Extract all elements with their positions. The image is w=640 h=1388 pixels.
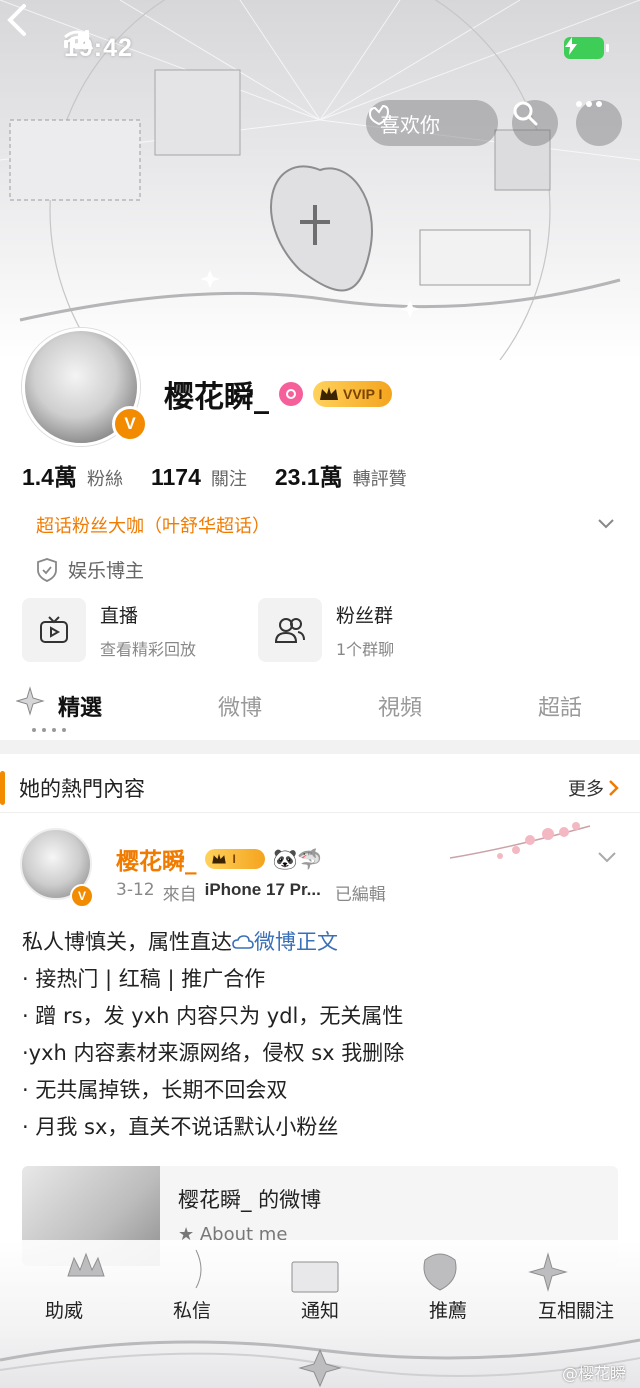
search-icon	[513, 101, 538, 126]
certification-row: 娱乐博主	[36, 556, 144, 583]
more-label: 更多	[568, 779, 604, 800]
tab-videos[interactable]: 視頻	[320, 676, 480, 738]
more-button[interactable]	[576, 100, 622, 146]
profile-tabs: 精選 微博 視頻 超話	[0, 676, 640, 738]
weibo-text-link[interactable]: 微博正文	[254, 930, 338, 954]
nav-notify[interactable]: 通知	[256, 1296, 384, 1323]
chevron-down-icon[interactable]	[596, 514, 616, 534]
stat-label: 關注	[210, 469, 247, 490]
stat-reposts-comments-likes[interactable]: 23.1萬 轉評贊	[275, 458, 407, 492]
post-author-row: 樱花瞬_ I 🐼🦈	[116, 842, 322, 876]
post-from-label: 來自	[162, 885, 197, 905]
bottom-action-bar: 助威 私信 通知 推薦 互相關注 @樱花瞬	[0, 1240, 640, 1388]
verified-v-badge: V	[112, 406, 148, 442]
cloud-link-icon	[232, 935, 254, 949]
feature-cards: 直播 查看精彩回放 粉丝群 1个群聊	[22, 596, 476, 664]
watermark: @樱花瞬	[561, 1364, 626, 1383]
hot-content-title: 她的熱門內容	[19, 777, 145, 801]
chevron-right-icon	[609, 780, 619, 796]
live-card-title: 直播	[100, 604, 139, 627]
post-date: 3-12	[116, 880, 155, 900]
profile-name: 樱花瞬_	[164, 380, 269, 415]
vip-label: VVIP I	[343, 386, 383, 402]
battery-icon	[564, 37, 609, 59]
post-line: 私人博慎关，属性直达 微博正文	[22, 930, 338, 954]
more-dots-icon	[576, 101, 602, 107]
nav-mutual-follow[interactable]: 互相關注	[512, 1296, 640, 1323]
nav-cheer[interactable]: 助威	[0, 1296, 128, 1323]
post-line: · 无共属掉铁，长期不回会双	[22, 1078, 288, 1102]
bottom-nav: 助威 私信 通知 推薦 互相關注	[0, 1296, 640, 1323]
post-meta: 3-12 來自 iPhone 17 Pr... 已編輯	[116, 880, 386, 905]
post-line: · 接热门 | 红稿 | 推广合作	[22, 967, 266, 991]
profile-name-row: 樱花瞬_ VVIP I	[164, 372, 393, 416]
post-verified-badge: V	[70, 884, 94, 908]
tab-weibo[interactable]: 微博	[160, 676, 320, 738]
shield-check-icon	[37, 557, 57, 582]
status-bar: 19:42	[64, 30, 609, 66]
certification-label: 娱乐博主	[68, 560, 145, 582]
author-emoji-icons: 🐼🦈	[272, 847, 323, 871]
crown-icon	[320, 387, 338, 400]
live-card-subtitle: 查看精彩回放	[100, 639, 197, 659]
stat-following[interactable]: 1174 關注	[151, 464, 247, 491]
header-underline	[0, 812, 640, 813]
live-card[interactable]: 直播 查看精彩回放	[22, 596, 240, 664]
stat-followers[interactable]: 1.4萬 粉絲	[22, 458, 123, 492]
post-menu-chevron-icon[interactable]	[596, 846, 618, 868]
profile-stats: 1.4萬 粉絲 1174 關注 23.1萬 轉評贊	[22, 458, 435, 492]
tab-supertopic[interactable]: 超話	[480, 676, 640, 738]
like-you-button[interactable]: 喜欢你	[366, 100, 498, 146]
hot-content-header: 她的熱門內容 更多	[0, 766, 640, 810]
stat-label: 轉評贊	[352, 469, 407, 490]
stat-label: 粉絲	[86, 469, 123, 490]
post-line: ·yxh 内容素材来源网络，侵权 sx 我删除	[22, 1041, 405, 1065]
wifi-icon	[64, 30, 90, 49]
post-vip-badge[interactable]: I	[204, 849, 265, 869]
nav-recommend[interactable]: 推薦	[384, 1296, 512, 1323]
tv-icon	[22, 598, 86, 662]
post-vip-level: I	[232, 852, 236, 866]
back-button[interactable]	[0, 0, 36, 40]
tab-featured[interactable]: 精選	[0, 676, 160, 738]
fan-group-card[interactable]: 粉丝群 1个群聊	[258, 596, 476, 664]
nav-messages[interactable]: 私信	[128, 1296, 256, 1323]
post-device[interactable]: iPhone 17 Pr...	[205, 880, 321, 905]
pink-circle-icon[interactable]	[279, 382, 303, 406]
hand-heart-icon	[368, 104, 390, 126]
vip-badge[interactable]: VVIP I	[313, 381, 393, 407]
accent-bar	[0, 771, 5, 805]
fan-group-title: 粉丝群	[336, 604, 394, 627]
search-button[interactable]	[512, 100, 558, 146]
more-link[interactable]: 更多	[568, 775, 620, 801]
post-body[interactable]: 私人博慎关，属性直达 微博正文 · 接热门 | 红稿 | 推广合作 · 蹭 rs，…	[22, 924, 622, 1146]
group-icon	[258, 598, 322, 662]
supertag-fan-label[interactable]: 超话粉丝大咖（叶舒华超话）	[36, 512, 270, 538]
shared-title: 樱花瞬_ 的微博	[178, 1188, 322, 1212]
profile-banner: 19:42 喜欢你	[0, 0, 640, 360]
cherry-blossom-decoration-icon	[449, 822, 591, 859]
post-author-name[interactable]: 樱花瞬_	[116, 842, 197, 876]
section-divider	[0, 740, 640, 754]
post-line: · 月我 sx，直关不说话默认小粉丝	[22, 1115, 339, 1139]
post-edited: 已編輯	[334, 885, 386, 905]
crown-icon	[211, 853, 226, 864]
fan-group-subtitle: 1个群聊	[336, 639, 395, 659]
post-line: · 蹭 rs，发 yxh 内容只为 ydl，无关属性	[22, 1004, 404, 1028]
